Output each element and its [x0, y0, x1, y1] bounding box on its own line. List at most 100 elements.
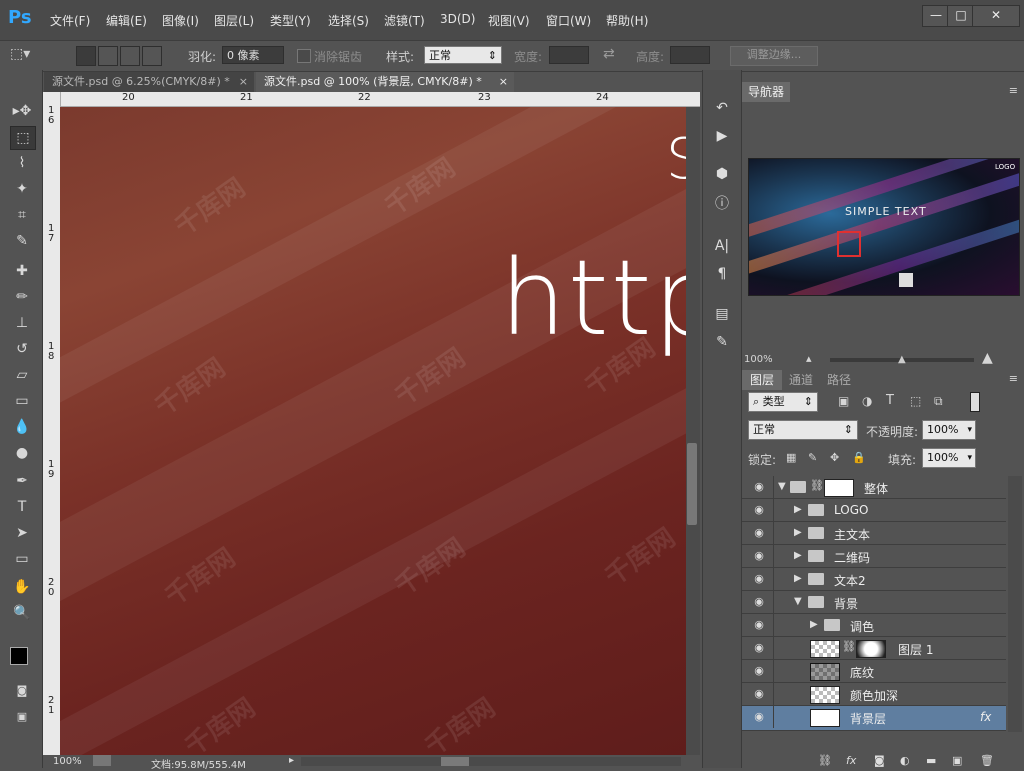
layer-row-selected[interactable]: ◉ 背景层 fx: [742, 706, 1006, 731]
new-layer-icon[interactable]: ▣: [952, 754, 962, 767]
healing-brush-icon[interactable]: ✚: [10, 260, 34, 282]
link-layers-icon[interactable]: ⛓: [818, 754, 832, 767]
menu-select[interactable]: 选择(S): [328, 12, 369, 29]
screen-mode-icon[interactable]: ▣: [10, 706, 34, 728]
layers-scrollbar[interactable]: [1008, 476, 1022, 732]
horizontal-scrollbar[interactable]: [301, 757, 681, 766]
document-canvas[interactable]: 千库网 千库网 千库网 千库网 千库网 千库网 千库网 千库网 千库网 千库网 …: [60, 107, 686, 755]
tab-close-icon[interactable]: ×: [499, 72, 508, 92]
marquee-tool-icon[interactable]: ⬚: [10, 126, 36, 150]
intersect-selection-icon[interactable]: [142, 46, 162, 66]
tab-doc-6-25[interactable]: 源文件.psd @ 6.25%(CMYK/8#) * ×: [44, 72, 254, 92]
layer-row[interactable]: ◉ 底纹: [742, 660, 1006, 683]
add-style-icon[interactable]: fx: [846, 754, 856, 767]
feather-input[interactable]: 0 像素: [222, 46, 284, 64]
layer-row[interactable]: ◉ ▶ 主文本: [742, 522, 1006, 545]
canvas-vertical-scrollbar[interactable]: [686, 107, 700, 755]
tab-close-icon[interactable]: ×: [239, 72, 248, 92]
layer-row[interactable]: ◉ 颜色加深: [742, 683, 1006, 706]
menu-file[interactable]: 文件(F): [50, 12, 90, 29]
pen-tool-icon[interactable]: ✒: [10, 470, 34, 492]
layer-row[interactable]: ◉ ▼ ⛓ 整体: [742, 476, 1006, 499]
visibility-eye-icon[interactable]: ◉: [752, 503, 766, 517]
collapse-arrow-icon[interactable]: ▼: [794, 596, 802, 607]
3d-cube-icon[interactable]: ⬢: [712, 164, 732, 184]
properties-icon[interactable]: ▤: [712, 304, 732, 324]
expand-arrow-icon[interactable]: ▶: [794, 504, 802, 515]
navigator-zoom[interactable]: 100%: [744, 354, 773, 365]
new-selection-icon[interactable]: [76, 46, 96, 66]
swap-icon[interactable]: ⇄: [603, 46, 615, 62]
horizontal-scroll-thumb[interactable]: [441, 757, 469, 766]
subtract-selection-icon[interactable]: [120, 46, 140, 66]
visibility-eye-icon[interactable]: ◉: [752, 595, 766, 609]
layer-row[interactable]: ◉ ▶ LOGO: [742, 499, 1006, 522]
menu-edit[interactable]: 编辑(E): [106, 12, 147, 29]
navigator-thumbnail[interactable]: SIMPLE TEXT LOGO: [748, 158, 1020, 296]
new-group-icon[interactable]: ▬: [926, 754, 936, 767]
zoom-slider-handle[interactable]: ▲: [898, 354, 906, 365]
actions-play-icon[interactable]: ▶: [712, 126, 732, 146]
paragraph-icon[interactable]: ¶: [712, 264, 732, 284]
blend-mode-select[interactable]: 正常 ⇕: [748, 420, 858, 440]
layer-row[interactable]: ◉ ▶ 二维码: [742, 545, 1006, 568]
magic-wand-icon[interactable]: ✦: [10, 178, 34, 200]
visibility-eye-icon[interactable]: ◉: [752, 641, 766, 655]
zoom-slider[interactable]: ▲: [830, 354, 974, 365]
layer-row[interactable]: ◉ ▶ 文本2: [742, 568, 1006, 591]
lock-transparent-icon[interactable]: ▦: [786, 451, 796, 464]
layer-row[interactable]: ◉ ▼ 背景: [742, 591, 1006, 614]
expand-arrow-icon[interactable]: ▶: [794, 527, 802, 538]
gradient-tool-icon[interactable]: ▭: [10, 390, 34, 412]
expand-arrow-icon[interactable]: ▶: [794, 550, 802, 561]
visibility-eye-icon[interactable]: ◉: [752, 572, 766, 586]
rectangle-tool-icon[interactable]: ▭: [10, 548, 34, 570]
refine-edge-button[interactable]: 调整边缘...: [730, 46, 818, 66]
marquee-preset-icon[interactable]: ⬚▾: [10, 46, 30, 62]
antialias-checkbox[interactable]: [297, 49, 311, 63]
history-brush-icon[interactable]: ↺: [10, 338, 34, 360]
visibility-eye-icon[interactable]: ◉: [752, 710, 766, 724]
filter-adjustment-icon[interactable]: ◑: [862, 394, 872, 408]
minimize-icon[interactable]: —: [922, 5, 950, 27]
character-icon[interactable]: A|: [712, 236, 732, 256]
foreground-color-swatch[interactable]: [10, 647, 28, 665]
maximize-icon[interactable]: □: [947, 5, 975, 27]
clone-stamp-icon[interactable]: ⊥: [10, 312, 34, 334]
zoom-in-icon[interactable]: ▲: [982, 350, 993, 366]
visibility-eye-icon[interactable]: ◉: [752, 687, 766, 701]
info-icon[interactable]: ⓘ: [712, 194, 732, 214]
menu-filter[interactable]: 滤镜(T): [384, 12, 425, 29]
menu-layer[interactable]: 图层(L): [214, 12, 254, 29]
panel-menu-icon[interactable]: ≡: [1009, 372, 1018, 385]
move-tool-icon[interactable]: ▸✥: [10, 100, 34, 122]
visibility-eye-icon[interactable]: ◉: [752, 480, 766, 494]
filter-smart-object-icon[interactable]: ⧉: [934, 394, 943, 409]
history-icon[interactable]: ↶: [712, 98, 732, 118]
zoom-out-icon[interactable]: ▴: [806, 352, 812, 365]
style-select[interactable]: 正常 ⇕: [424, 46, 502, 64]
status-zoom[interactable]: 100%: [53, 756, 82, 767]
status-menu-arrow-icon[interactable]: ▸: [289, 755, 294, 766]
dodge-tool-icon[interactable]: ●: [10, 442, 34, 464]
filter-type-icon[interactable]: T: [886, 393, 894, 408]
visibility-eye-icon[interactable]: ◉: [752, 664, 766, 678]
eyedropper-icon[interactable]: ✎: [10, 230, 34, 252]
menu-3d[interactable]: 3D(D): [440, 12, 475, 26]
lasso-tool-icon[interactable]: ⌇: [10, 152, 34, 174]
quick-mask-icon[interactable]: ◙: [10, 680, 34, 702]
menu-window[interactable]: 窗口(W): [546, 12, 591, 29]
panel-menu-icon[interactable]: ≡: [1009, 84, 1018, 97]
visibility-eye-icon[interactable]: ◉: [752, 618, 766, 632]
scrollbar-thumb[interactable]: [687, 443, 697, 525]
zoom-tool-icon[interactable]: 🔍: [10, 602, 34, 624]
brush-tool-icon[interactable]: ✏: [10, 286, 34, 308]
filter-toggle[interactable]: [970, 392, 980, 412]
navigator-view-box[interactable]: [837, 231, 861, 257]
layer-row[interactable]: ◉ ▶ 调色: [742, 614, 1006, 637]
opacity-input[interactable]: 100% ▾: [922, 420, 976, 440]
tab-doc-100[interactable]: 源文件.psd @ 100% (背景层, CMYK/8#) * ×: [256, 72, 514, 92]
fill-input[interactable]: 100% ▾: [922, 448, 976, 468]
menu-image[interactable]: 图像(I): [162, 12, 199, 29]
blur-tool-icon[interactable]: 💧: [10, 416, 34, 438]
